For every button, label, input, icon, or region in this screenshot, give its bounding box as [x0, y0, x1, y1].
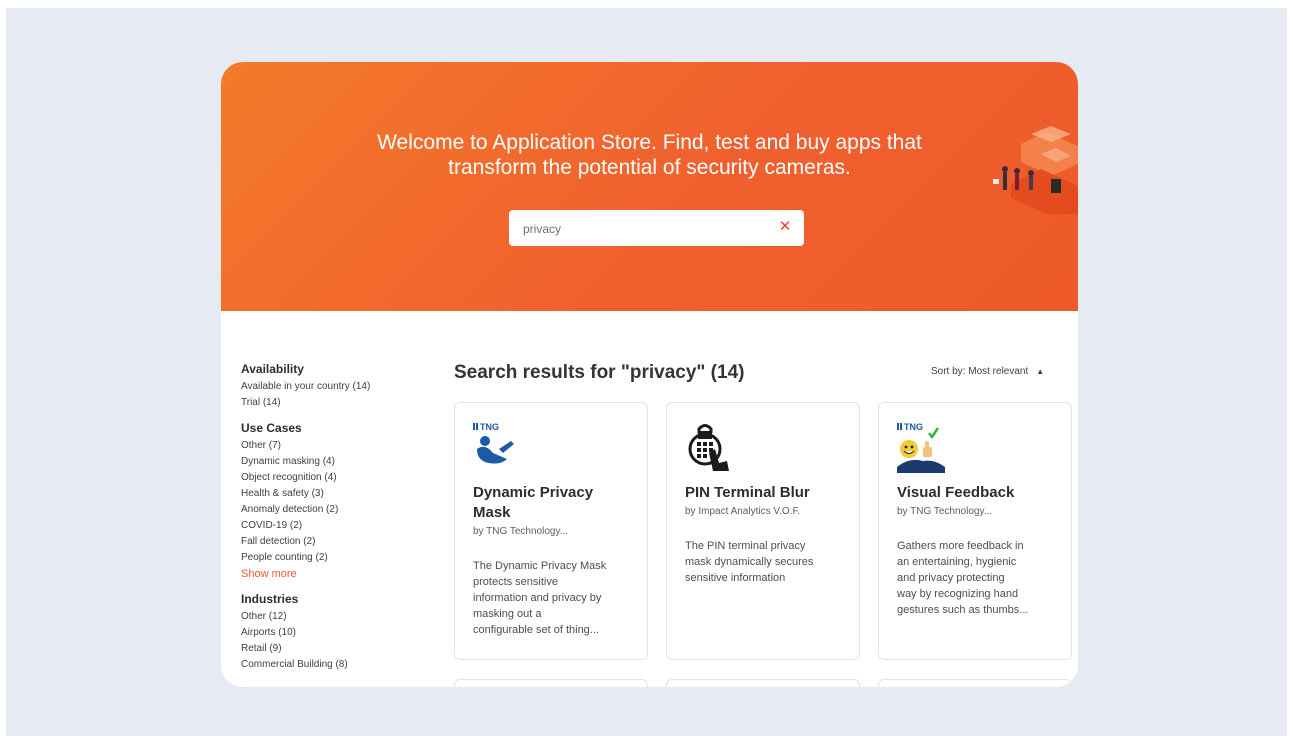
- app-card[interactable]: [454, 679, 648, 687]
- hero-title-line-2: transform the potential of security came…: [448, 156, 851, 179]
- card-title: PIN Terminal Blur: [685, 484, 810, 501]
- filter-available-in-country[interactable]: Available in your country (14): [241, 379, 441, 395]
- card-description-line: an entertaining, hygienic: [897, 556, 1017, 568]
- filter-industry-airports[interactable]: Airports (10): [241, 625, 441, 641]
- app-card[interactable]: [878, 679, 1072, 687]
- close-icon[interactable]: ✕: [777, 218, 793, 236]
- visual-feedback-logo-icon: TNG: [897, 422, 945, 473]
- filter-trial[interactable]: Trial (14): [241, 395, 441, 411]
- search-input[interactable]: [521, 210, 765, 248]
- filter-industry-other[interactable]: Other (12): [241, 609, 441, 625]
- card-description-line: and privacy protecting: [897, 572, 1005, 584]
- filter-use-case-health-safety[interactable]: Health & safety (3): [241, 486, 441, 502]
- card-description: The Dynamic Privacy Mask protects sensit…: [473, 558, 633, 638]
- card-description-line: information and privacy by: [473, 592, 602, 604]
- card-description-line: sensitive information: [685, 572, 786, 584]
- isometric-illustration: [993, 126, 1078, 214]
- app-card-pin-terminal-blur[interactable]: PIN Terminal Blur by Impact Analytics V.…: [666, 402, 860, 660]
- card-description-line: gestures such as thumbs...: [897, 604, 1029, 616]
- logo-text: TNG: [904, 422, 923, 432]
- card-vendor: by TNG Technology...: [473, 526, 569, 537]
- app-store-window: Welcome to Application Store. Find, test…: [221, 62, 1078, 687]
- card-description-line: configurable set of thing...: [473, 624, 599, 636]
- card-description-line: protects sensitive: [473, 576, 558, 588]
- hero-banner: Welcome to Application Store. Find, test…: [221, 62, 1078, 311]
- filter-sidebar: Availability Available in your country (…: [241, 362, 441, 673]
- hero-title: Welcome to Application Store. Find, test…: [221, 130, 1078, 180]
- app-card[interactable]: [666, 679, 860, 687]
- filter-use-case-object-recognition[interactable]: Object recognition (4): [241, 470, 441, 486]
- filter-use-case-dynamic-masking[interactable]: Dynamic masking (4): [241, 454, 441, 470]
- search-box: ✕: [509, 210, 804, 248]
- card-vendor: by Impact Analytics V.O.F.: [685, 506, 801, 517]
- use-cases-heading: Use Cases: [241, 421, 302, 435]
- card-title-line-1: Dynamic Privacy: [473, 484, 594, 501]
- card-description: Gathers more feedback in an entertaining…: [897, 538, 1057, 618]
- filter-industry-retail[interactable]: Retail (9): [241, 641, 441, 657]
- card-title: Dynamic Privacy Mask: [473, 483, 638, 523]
- logo-text: TNG: [480, 422, 499, 432]
- hero-title-line-1: Welcome to Application Store. Find, test…: [377, 131, 922, 154]
- sort-dropdown[interactable]: Sort by: Most relevant ▲: [931, 366, 1044, 377]
- card-description-line: The Dynamic Privacy Mask: [473, 560, 607, 572]
- filter-use-case-other[interactable]: Other (7): [241, 438, 441, 454]
- filter-use-case-anomaly-detection[interactable]: Anomaly detection (2): [241, 502, 441, 518]
- card-title-line-2: Mask: [473, 504, 511, 521]
- app-card-visual-feedback[interactable]: TNG Visual Feedback by TNG Technology...…: [878, 402, 1072, 660]
- card-vendor: by TNG Technology...: [897, 506, 993, 517]
- card-description-line: Gathers more feedback in: [897, 540, 1024, 552]
- card-description-line: mask dynamically secures: [685, 556, 814, 568]
- card-description: The PIN terminal privacy mask dynamicall…: [685, 538, 845, 586]
- filter-use-case-covid-19[interactable]: COVID-19 (2): [241, 518, 441, 534]
- card-description-line: way by recognizing hand: [897, 588, 1019, 600]
- filter-use-case-people-counting[interactable]: People counting (2): [241, 550, 441, 566]
- caret-up-icon: ▲: [1036, 367, 1045, 376]
- show-more-link[interactable]: Show more: [241, 566, 441, 582]
- card-title: Visual Feedback: [897, 484, 1015, 501]
- availability-heading: Availability: [241, 362, 304, 376]
- card-description-line: masking out a: [473, 608, 542, 620]
- tng-logo-icon: TNG: [473, 422, 514, 464]
- sort-label: Sort by: Most relevant: [931, 366, 1029, 377]
- filter-industry-commercial-building[interactable]: Commercial Building (8): [241, 657, 441, 673]
- industries-heading: Industries: [241, 592, 299, 606]
- card-description-line: The PIN terminal privacy: [685, 540, 806, 552]
- results-title: Search results for "privacy" (14): [454, 362, 745, 383]
- pin-terminal-icon: [688, 424, 729, 471]
- app-card-dynamic-privacy-mask[interactable]: TNG Dynamic Privacy Mask by TNG Technolo…: [454, 402, 648, 660]
- filter-use-case-fall-detection[interactable]: Fall detection (2): [241, 534, 441, 550]
